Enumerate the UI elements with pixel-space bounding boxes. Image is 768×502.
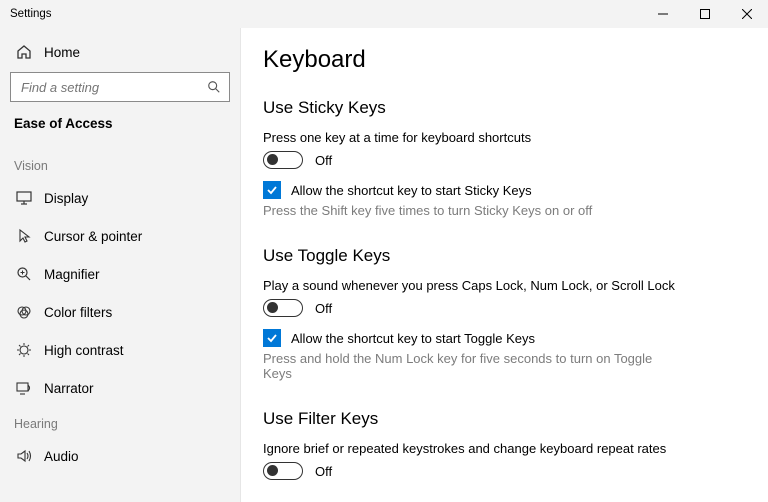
group-hearing-label: Hearing [0,407,240,437]
section-desc: Play a sound whenever you press Caps Loc… [263,278,746,293]
close-icon [742,9,752,19]
home-label: Home [44,45,80,60]
toggle-state-label: Off [315,301,332,316]
content-area: Keyboard Use Sticky Keys Press one key a… [241,28,768,502]
window-buttons [642,0,768,28]
section-sticky-keys: Use Sticky Keys Press one key at a time … [263,98,746,218]
sidebar-item-magnifier[interactable]: Magnifier [0,255,240,293]
home-link[interactable]: Home [0,38,240,72]
colorfilters-icon [14,304,34,320]
section-desc: Press one key at a time for keyboard sho… [263,130,746,145]
check-icon [266,184,278,196]
search-input-wrapper[interactable] [10,72,230,102]
checkbox-label: Allow the shortcut key to start Sticky K… [291,183,532,198]
audio-icon [14,448,34,464]
filter-keys-toggle[interactable] [263,462,303,480]
sidebar-item-highcontrast[interactable]: High contrast [0,331,240,369]
sidebar-item-label: Display [44,191,88,206]
section-hint: Press the Shift key five times to turn S… [263,203,663,218]
check-icon [266,332,278,344]
maximize-button[interactable] [684,0,726,28]
page-title: Keyboard [263,46,746,74]
window-title: Settings [10,8,52,20]
sidebar-item-label: Cursor & pointer [44,229,142,244]
title-bar: Settings [0,0,768,28]
section-desc: Ignore brief or repeated keystrokes and … [263,441,746,456]
sidebar-item-label: Color filters [44,305,112,320]
home-icon [14,44,34,60]
section-filter-keys: Use Filter Keys Ignore brief or repeated… [263,409,746,480]
search-input[interactable] [19,79,207,96]
sidebar-item-cursor[interactable]: Cursor & pointer [0,217,240,255]
highcontrast-icon [14,342,34,358]
magnifier-icon [14,266,34,282]
close-button[interactable] [726,0,768,28]
sticky-keys-toggle[interactable] [263,151,303,169]
minimize-icon [658,9,668,19]
sidebar-item-label: Audio [44,449,79,464]
search-icon [207,80,221,94]
sidebar: Home Ease of Access Vision Display Curso… [0,28,241,502]
section-toggle-keys: Use Toggle Keys Play a sound whenever yo… [263,246,746,381]
toggle-keys-toggle[interactable] [263,299,303,317]
section-heading: Use Filter Keys [263,409,746,429]
minimize-button[interactable] [642,0,684,28]
breadcrumb: Ease of Access [0,112,240,149]
toggle-shortcut-checkbox[interactable] [263,329,281,347]
sidebar-item-colorfilters[interactable]: Color filters [0,293,240,331]
section-hint: Press and hold the Num Lock key for five… [263,351,663,381]
sidebar-item-audio[interactable]: Audio [0,437,240,475]
section-heading: Use Toggle Keys [263,246,746,266]
maximize-icon [700,9,710,19]
sidebar-item-label: Magnifier [44,267,100,282]
checkbox-label: Allow the shortcut key to start Toggle K… [291,331,535,346]
toggle-state-label: Off [315,153,332,168]
toggle-state-label: Off [315,464,332,479]
sidebar-item-narrator[interactable]: Narrator [0,369,240,407]
display-icon [14,191,34,205]
section-heading: Use Sticky Keys [263,98,746,118]
sidebar-item-label: Narrator [44,381,94,396]
narrator-icon [14,381,34,395]
sticky-shortcut-checkbox[interactable] [263,181,281,199]
sidebar-item-label: High contrast [44,343,124,358]
group-vision-label: Vision [0,149,240,179]
sidebar-item-display[interactable]: Display [0,179,240,217]
cursor-icon [14,228,34,244]
